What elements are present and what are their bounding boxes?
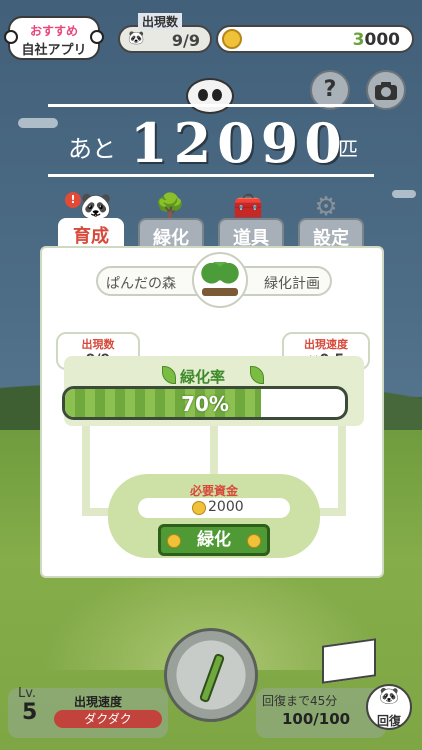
recommend-label: おすすめ <box>29 24 78 38</box>
cost-area: 必要資金 2000 緑化 <box>108 474 320 558</box>
required-funds-value: 2000 <box>208 499 244 515</box>
coin-icon <box>167 534 181 548</box>
remaining-prefix: あと <box>68 135 116 163</box>
box-icon <box>322 638 376 684</box>
company-apps-label: 自社アプリ <box>21 43 87 58</box>
recover-timer-label: 回復まで45分 <box>262 694 338 708</box>
cloud <box>392 190 416 198</box>
recommended-apps-button[interactable]: おすすめ 自社アプリ <box>4 16 104 60</box>
remaining-suffix: 匹 <box>338 137 358 161</box>
alert-badge: ! <box>65 192 81 208</box>
appear-count-value: 9/9 <box>171 31 200 50</box>
growth-panel: ぱんだの森 緑化計画 出現数 9/9 出現速度 ×0.5 緑化率 70% 必要資… <box>40 246 384 578</box>
appear-count-label: 出現数 <box>81 338 115 351</box>
plan-forest-label: ぱんだの森 <box>106 276 176 292</box>
camera-icon <box>375 82 397 100</box>
greening-button[interactable]: 緑化 <box>158 524 270 556</box>
appear-speed-label: 出現速度 <box>304 338 348 351</box>
panda-icon: 🐼 <box>128 31 145 46</box>
panda-icon <box>4 30 18 44</box>
panda-icon: 🐼 <box>379 686 399 705</box>
coin-icon <box>222 29 242 49</box>
recover-stamina-value: 100/100 <box>282 710 351 728</box>
coin-display: 3000 <box>216 25 414 53</box>
remaining-number: 12090 <box>130 111 348 175</box>
forest-icon <box>192 252 248 308</box>
box-button[interactable] <box>312 628 388 684</box>
help-icon: ? <box>323 77 337 102</box>
forest-plan-header: ぱんだの森 緑化計画 <box>96 252 332 308</box>
level-value: 5 <box>22 700 38 725</box>
appear-count-label: 出現数 <box>138 13 183 30</box>
recover-button[interactable]: 🐼 回復 <box>366 684 412 730</box>
greening-rate-bar: 70% <box>62 386 348 420</box>
coin-icon <box>247 534 261 548</box>
level-prefix: Lv. <box>18 686 37 701</box>
required-funds-label: 必要資金 <box>189 484 238 498</box>
recover-button-label: 回復 <box>376 714 401 728</box>
required-funds-display: 2000 <box>138 498 290 518</box>
bamboo-feed-button[interactable] <box>164 628 258 722</box>
plan-greening-label: 緑化計画 <box>264 276 320 292</box>
coin-icon <box>192 501 206 515</box>
banner-divider <box>48 174 374 177</box>
coin-value: 3000 <box>352 30 400 50</box>
bamboo-icon <box>198 652 226 704</box>
connector <box>210 426 218 476</box>
panda-icon <box>90 30 104 44</box>
speed-label: 出現速度 <box>74 695 123 709</box>
greening-rate-value: 70% <box>181 392 229 416</box>
speed-value: ダクダク <box>54 710 162 728</box>
greening-rate-label: 緑化率 <box>180 368 226 386</box>
greening-button-label: 緑化 <box>197 530 231 550</box>
remaining-counter: あと 12090 匹 <box>48 107 374 175</box>
